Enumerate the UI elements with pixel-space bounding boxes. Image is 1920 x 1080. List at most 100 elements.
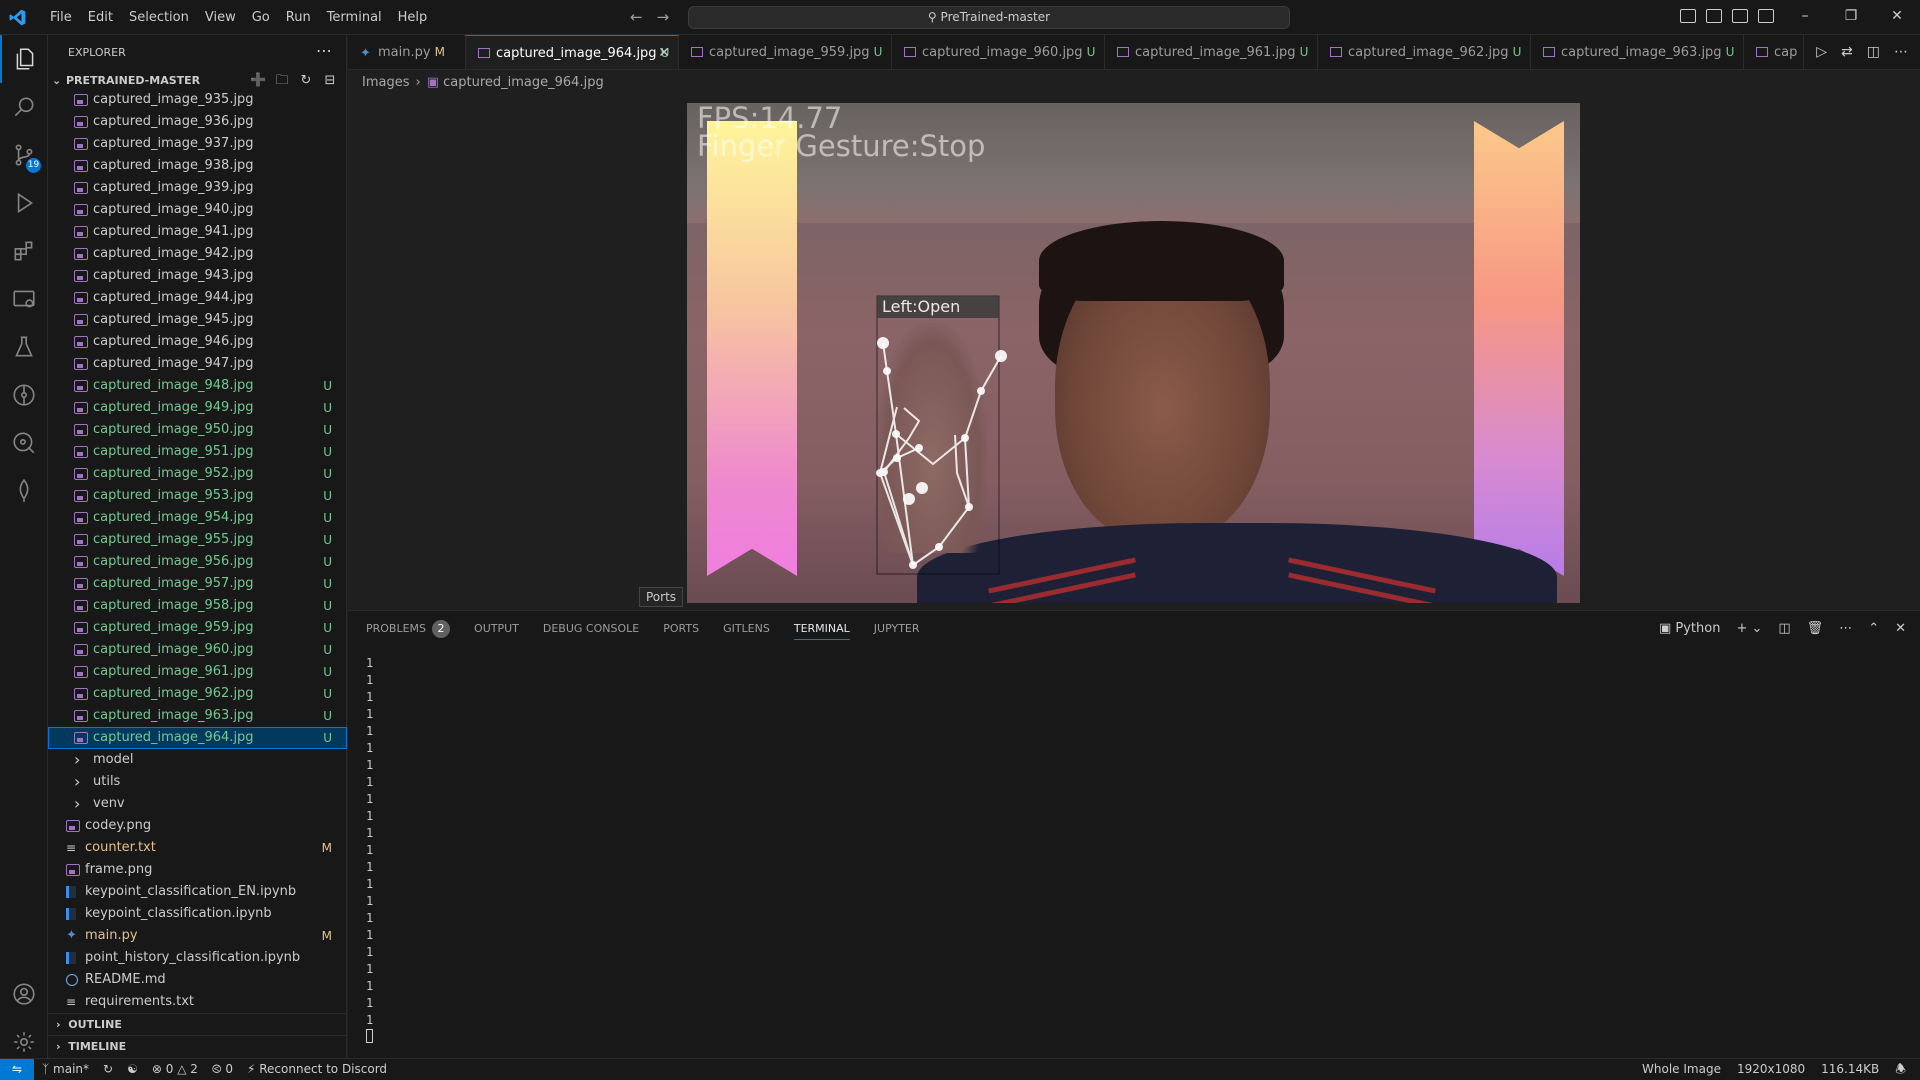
terminal-profile[interactable]: ▣ Python <box>1659 611 1721 646</box>
notifications-bell-icon[interactable]: 🕭 <box>1895 1059 1906 1080</box>
file-item[interactable]: captured_image_962.jpg U <box>48 683 347 705</box>
menu-item-terminal[interactable]: Terminal <box>319 0 390 35</box>
restore-icon[interactable]: ❐ <box>1828 0 1874 35</box>
file-item[interactable]: captured_image_949.jpg U <box>48 397 347 419</box>
menu-item-run[interactable]: Run <box>278 0 319 35</box>
collapse-all-icon[interactable]: ⊟ <box>322 73 338 89</box>
toggle-primary-sidebar-icon[interactable] <box>1680 9 1696 23</box>
toggle-secondary-sidebar-icon[interactable] <box>1732 9 1748 23</box>
editor-tab[interactable]: captured_image_962.jpg U <box>1318 35 1531 69</box>
menu-item-selection[interactable]: Selection <box>121 0 197 35</box>
close-tab-icon[interactable]: ✕ <box>658 36 670 69</box>
file-item[interactable]: captured_image_945.jpg <box>48 309 347 331</box>
forward-arrow-icon[interactable]: → <box>657 8 670 26</box>
folder-item[interactable]: › utils <box>48 771 347 793</box>
close-panel-icon[interactable]: ✕ <box>1895 611 1906 646</box>
file-item[interactable]: captured_image_948.jpg U <box>48 375 347 397</box>
gitlens-status-icon[interactable]: ☯ <box>127 1059 138 1080</box>
customize-layout-icon[interactable] <box>1758 9 1774 23</box>
run-debug-icon[interactable] <box>0 179 48 227</box>
editor-tab[interactable]: captured_image_959.jpg U <box>679 35 892 69</box>
file-item[interactable]: captured_image_959.jpg U <box>48 617 347 639</box>
new-folder-icon[interactable]: 🗀 <box>274 73 290 89</box>
file-item[interactable]: point_history_classification.ipynb <box>48 947 347 969</box>
file-item[interactable]: captured_image_960.jpg U <box>48 639 347 661</box>
panel-tab-gitlens[interactable]: GITLENS <box>723 611 770 646</box>
editor-tab[interactable]: captured_image_961.jpg U <box>1105 35 1318 69</box>
new-file-icon[interactable]: ➕ <box>250 73 266 89</box>
file-item[interactable]: captured_image_961.jpg U <box>48 661 347 683</box>
remote-indicator-icon[interactable]: ⇋ <box>0 1059 34 1080</box>
explorer-icon[interactable] <box>0 35 48 83</box>
file-item[interactable]: captured_image_935.jpg <box>48 89 347 111</box>
file-item[interactable]: captured_image_950.jpg U <box>48 419 347 441</box>
split-editor-icon[interactable]: ◫ <box>1867 35 1880 69</box>
refresh-icon[interactable]: ↻ <box>298 73 314 89</box>
more-actions-icon[interactable]: ⋯ <box>316 35 332 67</box>
breadcrumb-folder[interactable]: Images <box>362 75 410 90</box>
file-item[interactable]: captured_image_943.jpg <box>48 265 347 287</box>
file-item[interactable]: captured_image_963.jpg U <box>48 705 347 727</box>
file-item[interactable]: captured_image_944.jpg <box>48 287 347 309</box>
accounts-icon[interactable] <box>0 970 48 1018</box>
outline-section[interactable]: › OUTLINE <box>48 1013 347 1035</box>
image-zoom-status[interactable]: Whole Image <box>1642 1059 1721 1080</box>
ports-indicator[interactable]: ⧀ 0 <box>212 1059 233 1080</box>
file-item[interactable]: captured_image_954.jpg U <box>48 507 347 529</box>
file-item[interactable]: captured_image_957.jpg U <box>48 573 347 595</box>
close-window-icon[interactable]: ✕ <box>1874 0 1920 35</box>
timeline-section[interactable]: › TIMELINE <box>48 1035 347 1057</box>
branch-indicator[interactable]: ᛉ main* <box>42 1059 89 1080</box>
menu-item-help[interactable]: Help <box>390 0 436 35</box>
file-item[interactable]: captured_image_952.jpg U <box>48 463 347 485</box>
run-icon[interactable]: ▷ <box>1816 35 1827 69</box>
menu-item-file[interactable]: File <box>42 0 80 35</box>
panel-tab-jupyter[interactable]: JUPYTER <box>874 611 920 646</box>
file-item[interactable]: ≡ counter.txt M <box>48 837 347 859</box>
back-arrow-icon[interactable]: ← <box>630 8 643 26</box>
breadcrumb-file[interactable]: captured_image_964.jpg <box>443 75 604 90</box>
command-center-search[interactable]: ⚲ PreTrained-master <box>688 6 1290 29</box>
editor-tab[interactable]: captured_image_964.jpg U ✕ <box>466 35 679 69</box>
maximize-panel-icon[interactable]: ⌃ <box>1868 611 1879 646</box>
sync-icon[interactable]: ↻ <box>103 1059 113 1080</box>
terminal-output[interactable]: 1 1 1 1 1 1 1 1 1 1 1 1 1 1 1 1 1 1 1 1 1 1 <box>366 655 373 1046</box>
panel-tab-output[interactable]: OUTPUT <box>474 611 519 646</box>
gitlens-icon[interactable] <box>0 371 48 419</box>
open-changes-icon[interactable]: ⇄ <box>1841 35 1853 69</box>
editor-tab[interactable]: captured_image_963.jpg U <box>1531 35 1744 69</box>
file-item[interactable]: captured_image_956.jpg U <box>48 551 347 573</box>
gitlens-inspect-icon[interactable] <box>0 419 48 467</box>
file-item[interactable]: captured_image_941.jpg <box>48 221 347 243</box>
file-item[interactable]: captured_image_955.jpg U <box>48 529 347 551</box>
file-item[interactable]: README.md <box>48 969 347 991</box>
folder-item[interactable]: › model <box>48 749 347 771</box>
file-item[interactable]: ≡ requirements.txt <box>48 991 347 1013</box>
panel-tab-debug-console[interactable]: DEBUG CONSOLE <box>543 611 639 646</box>
file-item[interactable]: captured_image_946.jpg <box>48 331 347 353</box>
panel-tab-problems[interactable]: PROBLEMS 2 <box>366 611 451 646</box>
file-item[interactable]: captured_image_942.jpg <box>48 243 347 265</box>
menu-item-edit[interactable]: Edit <box>80 0 121 35</box>
kill-terminal-icon[interactable]: 🗑 <box>1807 611 1824 646</box>
editor-tab[interactable]: ✦ main.py M <box>348 35 466 69</box>
problems-indicator[interactable]: ⊗ 0 △ 2 <box>152 1059 198 1080</box>
more-editor-actions-icon[interactable]: ⋯ <box>1894 35 1908 69</box>
discord-status[interactable]: ⚡ Reconnect to Discord <box>247 1059 387 1080</box>
file-item[interactable]: captured_image_951.jpg U <box>48 441 347 463</box>
testing-icon[interactable] <box>0 323 48 371</box>
file-item[interactable]: keypoint_classification_EN.ipynb <box>48 881 347 903</box>
editor-tab[interactable]: captured_image_960.jpg U <box>892 35 1105 69</box>
file-item[interactable]: captured_image_937.jpg <box>48 133 347 155</box>
file-item[interactable]: captured_image_938.jpg <box>48 155 347 177</box>
file-item[interactable]: captured_image_947.jpg <box>48 353 347 375</box>
file-item[interactable]: ✦ main.py M <box>48 925 347 947</box>
more-panel-actions-icon[interactable]: ⋯ <box>1839 611 1852 646</box>
folder-item[interactable]: › venv <box>48 793 347 815</box>
new-terminal-icon[interactable]: + ⌄ <box>1736 611 1762 646</box>
menu-item-view[interactable]: View <box>197 0 244 35</box>
toggle-panel-icon[interactable] <box>1706 9 1722 23</box>
minimize-icon[interactable]: – <box>1782 0 1828 35</box>
menu-item-go[interactable]: Go <box>244 0 278 35</box>
mongodb-leaf-icon[interactable] <box>0 467 48 515</box>
